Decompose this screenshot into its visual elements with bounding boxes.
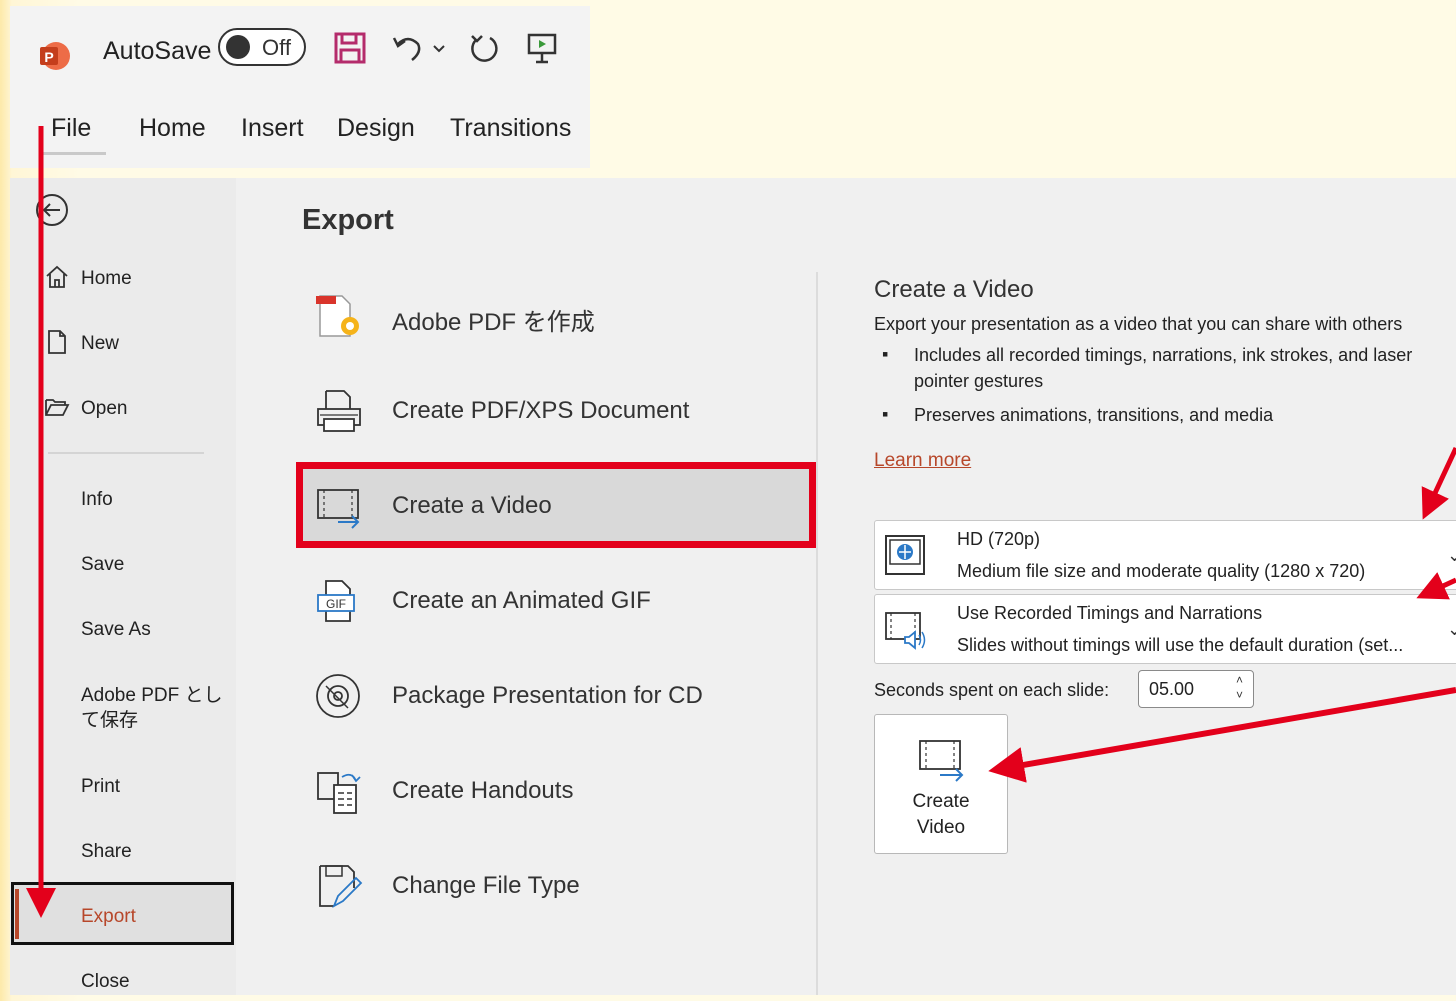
ribbon-tabs: File Home Insert Design Transitions bbox=[10, 114, 590, 158]
nav-item-export[interactable]: Export bbox=[10, 896, 236, 936]
presentation-icon[interactable] bbox=[524, 30, 560, 66]
change-file-type-icon bbox=[319, 865, 363, 909]
export-option-change-file-type[interactable]: Change File Type bbox=[296, 842, 816, 928]
seconds-stepper[interactable]: 05.00 ˄ ˅ bbox=[1138, 670, 1254, 708]
nav-item-open[interactable]: Open bbox=[10, 388, 236, 428]
quality-subtitle: Medium file size and moderate quality (1… bbox=[957, 561, 1366, 581]
nav-item-label: Close bbox=[81, 971, 130, 992]
autosave-state: Off bbox=[262, 35, 291, 60]
option-label: Create PDF/XPS Document bbox=[392, 397, 690, 424]
create-video-panel: Create a Video Export your presentation … bbox=[874, 178, 1456, 995]
timings-narration-icon bbox=[885, 612, 926, 650]
timings-title: Use Recorded Timings and Narrations bbox=[957, 603, 1263, 623]
export-option-create-handouts[interactable]: Create Handouts bbox=[296, 747, 816, 833]
nav-item-save-as[interactable]: Save As bbox=[10, 609, 236, 649]
option-label: Adobe PDF を作成 bbox=[392, 309, 595, 336]
nav-item-print[interactable]: Print bbox=[10, 766, 236, 806]
nav-item-adobe-pdf-save[interactable]: Adobe PDF とし て保存 bbox=[10, 675, 236, 731]
cd-icon bbox=[316, 674, 360, 718]
pdf-xps-document-icon bbox=[317, 390, 361, 432]
adobe-pdf-icon bbox=[316, 295, 359, 337]
nav-item-label: Save As bbox=[81, 619, 151, 640]
gif-icon: GIF bbox=[317, 580, 355, 622]
create-video-button[interactable]: Create Video bbox=[874, 714, 1008, 854]
video-quality-dropdown[interactable]: HD (720p) Medium file size and moderate … bbox=[874, 520, 1456, 590]
option-label: Change File Type bbox=[392, 872, 580, 899]
tab-home[interactable]: Home bbox=[139, 114, 206, 143]
chevron-down-icon: ⌄ bbox=[1447, 619, 1456, 639]
svg-text:P: P bbox=[44, 49, 53, 65]
nav-item-label: Save bbox=[81, 554, 125, 575]
nav-item-new[interactable]: New bbox=[10, 323, 236, 363]
seconds-value: 05.00 bbox=[1149, 679, 1195, 699]
nav-item-label: Share bbox=[81, 841, 132, 862]
backstage-nav: Home New Open Info Save Save As Adobe PD… bbox=[10, 178, 236, 995]
seconds-label: Seconds spent on each slide: bbox=[874, 680, 1110, 700]
stepper-down-icon[interactable]: ˅ bbox=[1236, 688, 1243, 702]
export-option-animated-gif[interactable]: GIF Create an Animated GIF bbox=[296, 557, 816, 643]
tab-file[interactable]: File bbox=[51, 114, 91, 143]
stepper-up-icon[interactable]: ˄ bbox=[1236, 673, 1243, 687]
chevron-down-icon: ⌄ bbox=[1447, 545, 1456, 565]
hd-monitor-icon bbox=[885, 535, 925, 575]
save-icon[interactable] bbox=[332, 30, 368, 66]
learn-more-link[interactable]: Learn more bbox=[874, 450, 971, 472]
bullet-text: Preserves animations, transitions, and m… bbox=[914, 405, 1274, 425]
quick-access-toolbar: P AutoSave Off bbox=[10, 28, 590, 80]
nav-item-close[interactable]: Close bbox=[10, 961, 236, 1001]
timings-dropdown[interactable]: Use Recorded Timings and Narrations Slid… bbox=[874, 594, 1456, 664]
nav-item-label: Home bbox=[81, 268, 132, 289]
nav-item-save[interactable]: Save bbox=[10, 544, 236, 584]
nav-item-label: Adobe PDF とし て保存 bbox=[81, 685, 223, 731]
nav-item-label: New bbox=[81, 333, 120, 354]
option-label: Create Handouts bbox=[392, 777, 574, 804]
create-video-label: Create Video bbox=[912, 791, 970, 838]
panel-divider bbox=[816, 272, 818, 995]
svg-text:GIF: GIF bbox=[326, 597, 346, 611]
option-label: Create an Animated GIF bbox=[392, 587, 651, 614]
tab-insert[interactable]: Insert bbox=[241, 114, 304, 143]
undo-icon[interactable] bbox=[390, 30, 426, 66]
quality-title: HD (720p) bbox=[957, 529, 1041, 549]
video-icon bbox=[919, 740, 964, 782]
undo-dropdown-icon[interactable] bbox=[428, 30, 450, 66]
nav-item-home[interactable]: Home bbox=[10, 258, 236, 298]
panel-title: Create a Video bbox=[874, 276, 1034, 303]
handouts-icon bbox=[317, 772, 361, 814]
tab-transitions[interactable]: Transitions bbox=[450, 114, 571, 143]
nav-item-label: Print bbox=[81, 776, 121, 797]
timings-subtitle: Slides without timings will use the defa… bbox=[957, 635, 1404, 655]
folder-open-icon bbox=[45, 399, 70, 416]
bullet-icon: ▪ bbox=[882, 404, 889, 424]
option-label: Package Presentation for CD bbox=[392, 682, 703, 709]
new-document-icon bbox=[48, 330, 66, 354]
nav-item-label: Info bbox=[81, 489, 113, 510]
toggle-knob bbox=[226, 35, 250, 59]
nav-item-share[interactable]: Share bbox=[10, 831, 236, 871]
export-option-create-pdf-xps[interactable]: Create PDF/XPS Document bbox=[296, 367, 816, 453]
nav-separator bbox=[48, 452, 204, 454]
back-arrow-icon[interactable] bbox=[34, 192, 70, 228]
powerpoint-logo-icon: P bbox=[40, 42, 70, 70]
autosave-toggle[interactable]: Off bbox=[218, 28, 306, 66]
panel-description: Export your presentation as a video that… bbox=[874, 314, 1403, 334]
backstage-view: Home New Open Info Save Save As Adobe PD… bbox=[10, 178, 1456, 995]
bullet-icon: ▪ bbox=[882, 344, 889, 364]
bullet-text: Includes all recorded timings, narration… bbox=[914, 345, 1413, 391]
nav-item-label: Export bbox=[81, 906, 136, 927]
export-option-create-video[interactable]: Create a Video bbox=[296, 462, 816, 548]
export-option-adobe-pdf[interactable]: Adobe PDF を作成 bbox=[296, 272, 816, 358]
page-title: Export bbox=[302, 204, 394, 236]
export-option-package-cd[interactable]: Package Presentation for CD bbox=[296, 652, 816, 738]
tab-file-underline bbox=[40, 152, 106, 155]
redo-icon[interactable] bbox=[466, 30, 502, 66]
home-icon bbox=[46, 265, 68, 288]
nav-item-label: Open bbox=[81, 398, 128, 419]
autosave-label: AutoSave bbox=[103, 37, 212, 65]
tab-design[interactable]: Design bbox=[337, 114, 415, 143]
ribbon: P AutoSave Off File Home Insert Design T… bbox=[10, 6, 590, 168]
video-icon bbox=[317, 489, 360, 529]
option-label: Create a Video bbox=[392, 492, 552, 519]
nav-item-info[interactable]: Info bbox=[10, 479, 236, 519]
